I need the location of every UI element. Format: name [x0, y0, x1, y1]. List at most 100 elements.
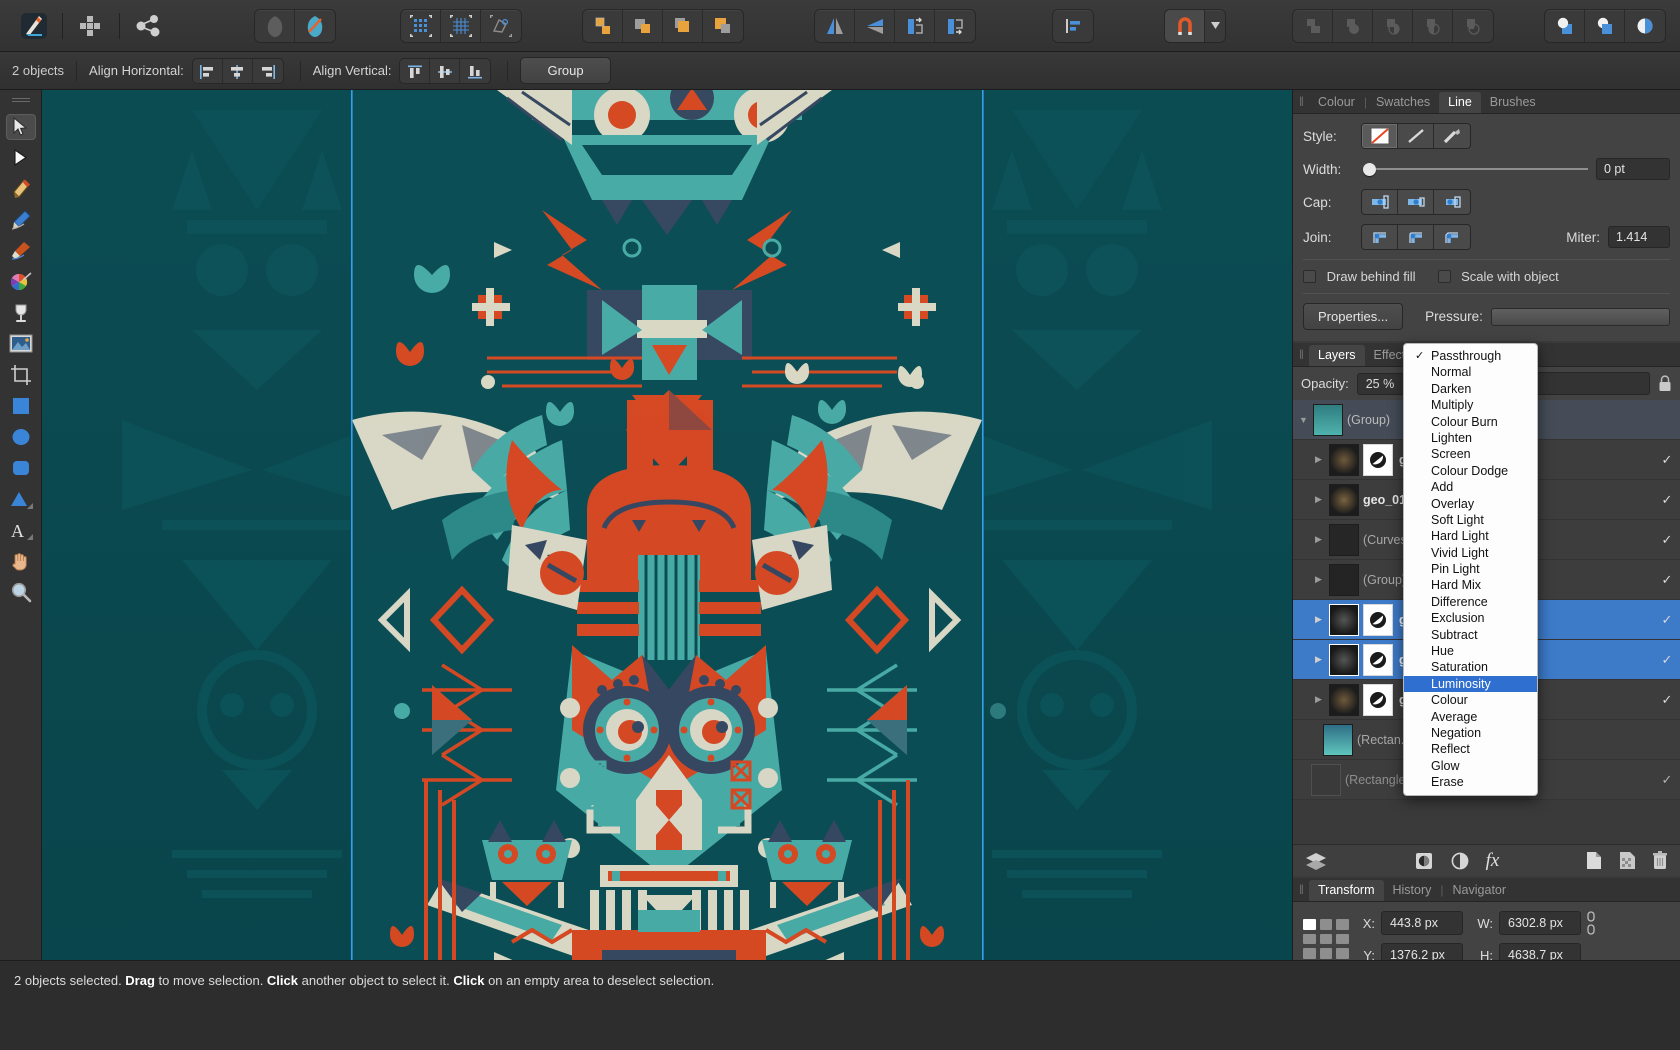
menu-item-subtract[interactable]: Subtract — [1404, 627, 1537, 643]
tab-navigator[interactable]: Navigator — [1444, 880, 1516, 901]
node-tool[interactable] — [0, 142, 42, 173]
menu-item-colour[interactable]: Colour — [1404, 692, 1537, 708]
lock-icon[interactable] — [1658, 375, 1672, 392]
panel-grip-icon[interactable]: || — [1293, 344, 1309, 366]
bevel-join-icon[interactable] — [1434, 225, 1470, 249]
layer-visibility-checkbox[interactable]: ✓ — [1654, 532, 1680, 548]
magnet-snapping-icon[interactable] — [1165, 9, 1205, 43]
pen-tool[interactable] — [0, 173, 42, 204]
snapping-options-chevron-icon[interactable] — [1205, 9, 1225, 43]
align-center-icon[interactable] — [223, 59, 253, 84]
compound-divide-icon[interactable] — [1453, 9, 1493, 43]
compound-intersect-icon[interactable] — [1373, 9, 1413, 43]
draw-behind-fill-checkbox[interactable]: Draw behind fill — [1303, 269, 1416, 284]
flip-horizontal-icon[interactable] — [815, 9, 855, 43]
zoom-tool[interactable] — [0, 576, 42, 607]
compound-add-icon[interactable] — [1293, 9, 1333, 43]
miter-value-field[interactable]: 1.414 — [1608, 226, 1670, 248]
tab-transform[interactable]: Transform — [1309, 880, 1384, 901]
pressure-curve-field[interactable] — [1491, 308, 1670, 326]
square-cap-icon[interactable] — [1434, 190, 1470, 214]
round-cap-icon[interactable] — [1398, 190, 1434, 214]
mask-layer-icon[interactable] — [1618, 851, 1636, 870]
menu-item-glow[interactable]: Glow — [1404, 758, 1537, 774]
move-back-icon[interactable] — [1585, 9, 1625, 43]
layer-visibility-checkbox[interactable]: ✓ — [1654, 452, 1680, 468]
crop-tool[interactable] — [0, 359, 42, 390]
panel-grip-icon[interactable]: || — [1293, 879, 1309, 901]
hand-tool[interactable] — [0, 545, 42, 576]
flip-vertical-icon[interactable] — [855, 9, 895, 43]
menu-item-average[interactable]: Average — [1404, 709, 1537, 725]
panel-grip-icon[interactable]: || — [1293, 91, 1309, 113]
live-filter-icon[interactable] — [1450, 852, 1470, 870]
align-middle-icon[interactable] — [430, 59, 460, 84]
menu-item-darken[interactable]: Darken — [1404, 381, 1537, 397]
disclosure-triangle-ic4on[interactable]: ▶ — [1315, 574, 1329, 585]
menu-item-hue[interactable]: Hue — [1404, 643, 1537, 659]
designer-persona-icon[interactable] — [14, 6, 54, 46]
menu-item-luminosity[interactable]: Luminosity — [1404, 676, 1537, 692]
pixel-persona-icon[interactable] — [71, 6, 111, 46]
transparency-tool[interactable] — [0, 297, 42, 328]
layer-visibility-checkbox[interactable]: ✓ — [1654, 772, 1680, 788]
move-tool[interactable] — [0, 111, 42, 142]
width-value-field[interactable]: 0 pt — [1596, 158, 1670, 180]
mask-icon[interactable] — [1625, 9, 1665, 43]
menu-item-vivid-light[interactable]: Vivid Light — [1404, 545, 1537, 561]
scale-with-object-checkbox[interactable]: Scale with object — [1438, 269, 1559, 284]
pencil-tool[interactable] — [0, 204, 42, 235]
rotate-cw-icon[interactable] — [935, 9, 975, 43]
tab-line[interactable]: Line — [1439, 92, 1481, 113]
adjustment-icon[interactable] — [1414, 852, 1434, 870]
menu-item-multiply[interactable]: Multiply — [1404, 397, 1537, 413]
menu-item-screen[interactable]: Screen — [1404, 446, 1537, 462]
menu-item-reflect[interactable]: Reflect — [1404, 741, 1537, 757]
blend-mode-dropdown[interactable]: ✓Passthrough Normal Darken Multiply Colo… — [1403, 343, 1538, 796]
layer-visibility-checkbox[interactable]: ✓ — [1654, 492, 1680, 508]
menu-item-saturation[interactable]: Saturation — [1404, 659, 1537, 675]
menu-item-overlay[interactable]: Overlay — [1404, 496, 1537, 512]
menu-item-negation[interactable]: Negation — [1404, 725, 1537, 741]
properties-button[interactable]: Properties... — [1303, 303, 1403, 330]
align-right-icon[interactable] — [253, 59, 283, 84]
add-shapes-icon[interactable] — [583, 9, 623, 43]
menu-item-hard-light[interactable]: Hard Light — [1404, 528, 1537, 544]
width-slider[interactable] — [1363, 162, 1588, 176]
layer-visibility-checkbox[interactable]: ✓ — [1654, 652, 1680, 668]
menu-item-lighten[interactable]: Lighten — [1404, 430, 1537, 446]
tab-swatches[interactable]: Swatches — [1367, 92, 1439, 113]
layers-stack-icon[interactable] — [1305, 852, 1327, 870]
pixel-mode-icon[interactable] — [295, 9, 335, 43]
text-tool[interactable]: A — [0, 514, 42, 545]
transform-anchor-selector[interactable] — [1303, 919, 1349, 959]
menu-item-colour-dodge[interactable]: Colour Dodge — [1404, 463, 1537, 479]
x-field[interactable]: 443.8 px — [1381, 911, 1463, 935]
layer-visibility-checkbox[interactable]: ✓ — [1654, 692, 1680, 708]
menu-item-normal[interactable]: Normal — [1404, 364, 1537, 380]
tab-history[interactable]: History — [1384, 880, 1441, 901]
layer-visibility-checkbox[interactable]: ✓ — [1654, 572, 1680, 588]
checkbox-box[interactable] — [1438, 270, 1451, 283]
align-bottom-icon[interactable] — [460, 59, 490, 84]
disclosure-triangle-icon[interactable]: ▶ — [1315, 614, 1329, 625]
compound-subtract-icon[interactable] — [1333, 9, 1373, 43]
checkbox-box[interactable] — [1303, 270, 1316, 283]
place-image-tool[interactable] — [0, 328, 42, 359]
round-join-icon[interactable] — [1398, 225, 1434, 249]
align-top-icon[interactable] — [400, 59, 430, 84]
intersect-shapes-icon[interactable] — [663, 9, 703, 43]
disclosure-triangle-icon[interactable]: ▶ — [1315, 454, 1329, 465]
tab-colour[interactable]: Colour — [1309, 92, 1364, 113]
pixel-preview-icon[interactable] — [481, 9, 521, 43]
vector-brush-tool[interactable] — [0, 235, 42, 266]
menu-item-colour-burn[interactable]: Colour Burn — [1404, 414, 1537, 430]
menu-item-soft-light[interactable]: Soft Light — [1404, 512, 1537, 528]
no-stroke-icon[interactable] — [1362, 124, 1398, 148]
disclosure-triangle-icon[interactable]: ▼ — [1299, 415, 1313, 425]
menu-item-exclusion[interactable]: Exclusion — [1404, 610, 1537, 626]
menu-item-passthrough[interactable]: ✓Passthrough — [1404, 348, 1537, 364]
move-front-icon[interactable] — [1545, 9, 1585, 43]
rectangle-tool[interactable] — [0, 390, 42, 421]
tools-grip[interactable] — [12, 98, 30, 105]
